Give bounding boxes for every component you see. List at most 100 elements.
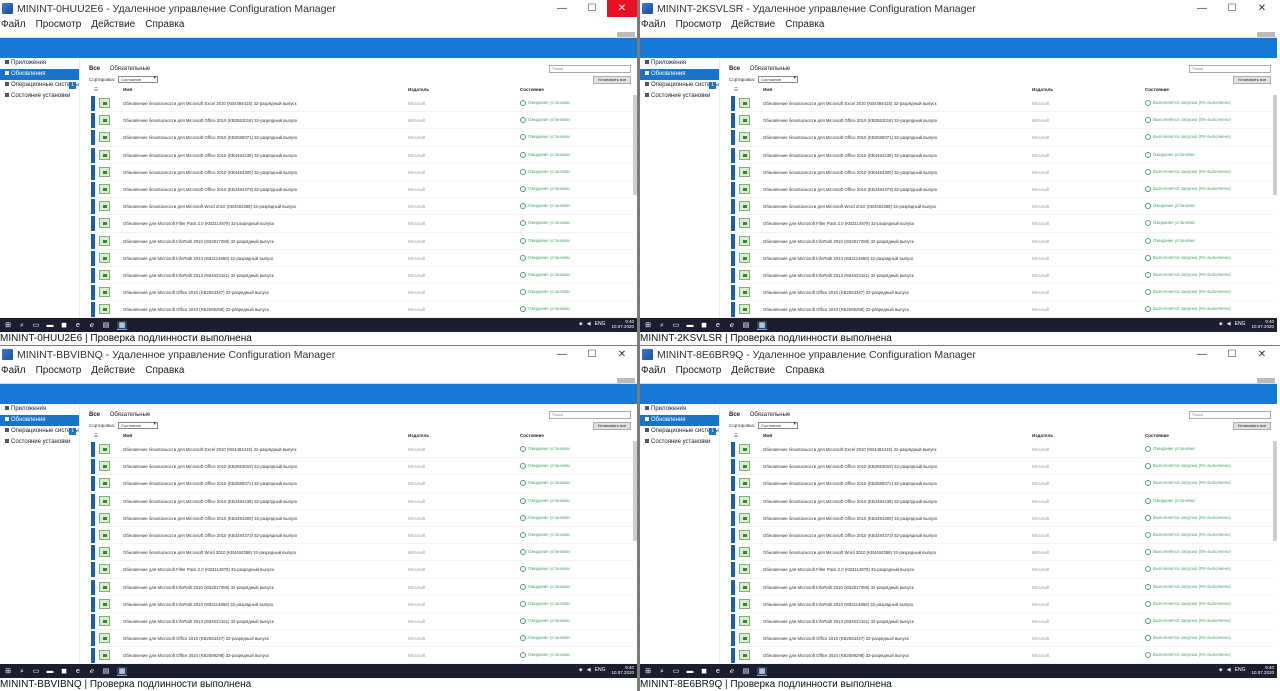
update-row[interactable]: Обновление безопасности для Microsoft Of… xyxy=(729,475,1273,493)
update-row[interactable]: Обновление безопасности для Microsoft Ex… xyxy=(89,441,633,459)
network-icon[interactable]: ◈ xyxy=(1219,321,1223,327)
menu-item-2[interactable]: Действие xyxy=(91,19,135,30)
remote-session-window[interactable]: MININT-0HUU2E6 - Удаленное управление Co… xyxy=(0,0,637,345)
search-icon[interactable]: ⌕ xyxy=(17,667,27,676)
search-input[interactable]: Поиск xyxy=(549,411,631,419)
update-row[interactable]: Обновление безопасности для Microsoft Of… xyxy=(729,129,1273,147)
menu-item-2[interactable]: Действие xyxy=(91,365,135,376)
update-row[interactable]: Обновление для Microsoft Filter Pack 2.0… xyxy=(729,215,1273,233)
menu-item-0[interactable]: Файл xyxy=(1,19,26,30)
column-status[interactable]: Состояние xyxy=(520,87,544,92)
update-row[interactable]: Обновление для Microsoft InfoPath 2013 (… xyxy=(89,613,633,631)
explorer-icon[interactable]: ▬ xyxy=(45,321,55,330)
list-options-icon[interactable]: ☰ xyxy=(94,433,98,439)
edge-icon[interactable]: e xyxy=(73,321,83,330)
column-name[interactable]: Имя xyxy=(123,433,132,438)
scrollbar-thumb[interactable] xyxy=(1273,95,1277,195)
ie-icon[interactable]: ℯ xyxy=(87,667,97,676)
search-icon[interactable]: ⌕ xyxy=(17,321,27,330)
tab-required[interactable]: Обязательные xyxy=(110,66,151,72)
nav-item-2[interactable]: Операционные системы 1 xyxy=(640,426,719,437)
clock[interactable]: 9:40 10.07.2020 xyxy=(1251,665,1274,675)
scrollbar-thumb[interactable] xyxy=(633,95,637,195)
tab-required[interactable]: Обязательные xyxy=(110,412,151,418)
update-row[interactable]: Обновление для Microsoft InfoPath 2013 (… xyxy=(89,250,633,267)
language-indicator[interactable]: ENG xyxy=(595,321,606,327)
nav-item-1[interactable]: Обновления xyxy=(640,415,719,426)
update-row[interactable]: Обновление для Microsoft Office 2010 (KB… xyxy=(89,284,633,302)
update-row[interactable]: Обновление безопасности для Microsoft Of… xyxy=(89,129,633,147)
list-options-icon[interactable]: ☰ xyxy=(734,433,738,439)
outlook-icon[interactable]: ◼ xyxy=(59,667,69,676)
column-status[interactable]: Состояние xyxy=(520,433,544,438)
nav-item-0[interactable]: Приложения xyxy=(0,404,79,415)
column-publisher[interactable]: Издатель xyxy=(1032,433,1053,438)
nav-item-2[interactable]: Операционные системы 1 xyxy=(640,80,719,91)
update-row[interactable]: Обновление для Microsoft Office 2010 (KB… xyxy=(729,630,1273,648)
task-view-icon[interactable]: ▭ xyxy=(31,321,41,330)
column-publisher[interactable]: Издатель xyxy=(1032,87,1053,92)
explorer-icon[interactable]: ▬ xyxy=(685,667,695,676)
clock[interactable]: 9:40 10.07.2020 xyxy=(611,319,634,329)
software-center-taskbar-icon[interactable]: ▦ xyxy=(757,320,767,330)
menu-item-1[interactable]: Просмотр xyxy=(36,365,82,376)
update-row[interactable]: Обновление безопасности для Microsoft Wo… xyxy=(89,544,633,562)
search-input[interactable]: Поиск xyxy=(1189,65,1271,73)
edge-icon[interactable]: e xyxy=(73,667,83,676)
nav-item-3[interactable]: Состояние установки xyxy=(640,91,719,102)
menu-item-0[interactable]: Файл xyxy=(641,19,666,30)
tab-all[interactable]: Все xyxy=(89,412,100,418)
network-icon[interactable]: ◈ xyxy=(579,321,583,327)
folder-icon[interactable]: ▤ xyxy=(741,321,751,330)
tab-all[interactable]: Все xyxy=(729,412,740,418)
scrollbar-thumb[interactable] xyxy=(633,441,637,541)
update-row[interactable]: Обновление для Microsoft InfoPath 2013 (… xyxy=(729,267,1273,285)
nav-item-2[interactable]: Операционные системы 1 xyxy=(0,80,79,91)
folder-icon[interactable]: ▤ xyxy=(101,321,111,330)
maximize-button[interactable]: ☐ xyxy=(577,346,607,363)
update-row[interactable]: Обновление для Microsoft InfoPath 2010 (… xyxy=(89,233,633,250)
nav-item-1[interactable]: Обновления xyxy=(640,69,719,80)
close-button[interactable]: ✕ xyxy=(1247,346,1277,363)
nav-item-0[interactable]: Приложения xyxy=(640,404,719,415)
language-indicator[interactable]: ENG xyxy=(1235,667,1246,673)
maximize-button[interactable]: ☐ xyxy=(1217,346,1247,363)
menu-item-1[interactable]: Просмотр xyxy=(676,365,722,376)
minimize-button[interactable]: — xyxy=(547,346,577,363)
ie-icon[interactable]: ℯ xyxy=(727,667,737,676)
nav-item-1[interactable]: Обновления xyxy=(0,69,79,80)
remote-session-window[interactable]: MININT-2KSVLSR - Удаленное управление Co… xyxy=(640,0,1277,345)
minimize-button[interactable]: — xyxy=(547,0,577,17)
close-button[interactable]: ✕ xyxy=(607,346,637,363)
software-center-taskbar-icon[interactable]: ▦ xyxy=(757,666,767,676)
tab-required[interactable]: Обязательные xyxy=(750,412,791,418)
minimize-button[interactable]: — xyxy=(1187,346,1217,363)
update-row[interactable]: Обновление для Microsoft InfoPath 2013 (… xyxy=(729,613,1273,631)
update-row[interactable]: Обновление безопасности для Microsoft Ex… xyxy=(729,441,1273,459)
explorer-icon[interactable]: ▬ xyxy=(685,321,695,330)
nav-item-0[interactable]: Приложения xyxy=(640,58,719,69)
column-name[interactable]: Имя xyxy=(123,87,132,92)
update-row[interactable]: Обновление безопасности для Microsoft Of… xyxy=(89,458,633,476)
search-icon[interactable]: ⌕ xyxy=(657,321,667,330)
volume-icon[interactable]: ◀ xyxy=(587,321,591,327)
language-indicator[interactable]: ENG xyxy=(595,667,606,673)
update-row[interactable]: Обновление для Microsoft InfoPath 2013 (… xyxy=(89,596,633,613)
language-indicator[interactable]: ENG xyxy=(1235,321,1246,327)
search-icon[interactable]: ⌕ xyxy=(657,667,667,676)
remote-session-window[interactable]: MININT-8E6BR9Q - Удаленное управление Co… xyxy=(640,346,1277,691)
update-row[interactable]: Обновление безопасности для Microsoft Of… xyxy=(729,147,1273,164)
minimize-button[interactable]: — xyxy=(1187,0,1217,17)
update-row[interactable]: Обновление безопасности для Microsoft Of… xyxy=(729,458,1273,476)
edge-icon[interactable]: e xyxy=(713,667,723,676)
column-publisher[interactable]: Издатель xyxy=(408,87,429,92)
update-row[interactable]: Обновление безопасности для Microsoft Of… xyxy=(729,181,1273,199)
menu-item-1[interactable]: Просмотр xyxy=(36,19,82,30)
tab-required[interactable]: Обязательные xyxy=(750,66,791,72)
tab-all[interactable]: Все xyxy=(89,66,100,72)
scrollbar-thumb[interactable] xyxy=(1273,441,1277,541)
update-row[interactable]: Обновление безопасности для Microsoft Of… xyxy=(89,164,633,181)
update-row[interactable]: Обновление для Microsoft InfoPath 2013 (… xyxy=(729,250,1273,267)
update-row[interactable]: Обновление безопасности для Microsoft Of… xyxy=(89,475,633,493)
clock[interactable]: 9:40 10.07.2020 xyxy=(1251,319,1274,329)
